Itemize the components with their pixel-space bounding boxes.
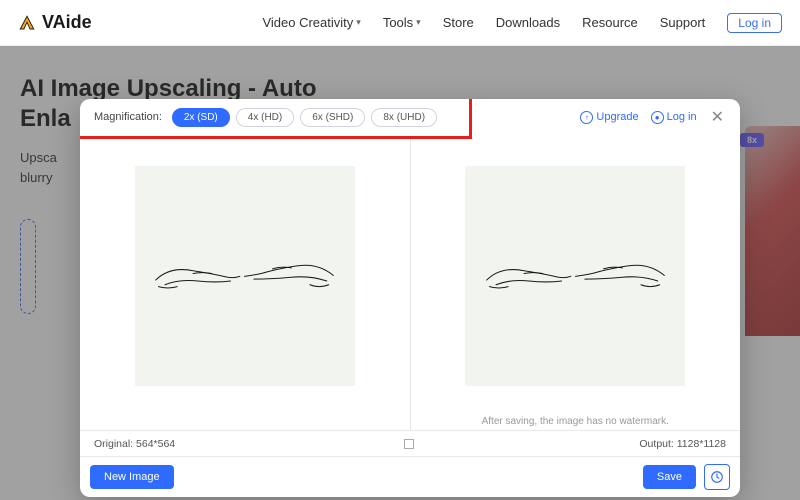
upscaler-modal: Magnification: 2x (SD) 4x (HD) 6x (SHD) … <box>80 99 740 497</box>
output-image <box>465 166 685 386</box>
modal-footer: Original: 564*564 Output: 1128*1128 New … <box>80 430 740 497</box>
new-image-button[interactable]: New Image <box>90 465 174 489</box>
save-button[interactable]: Save <box>643 465 696 489</box>
clock-icon <box>710 470 724 484</box>
dimensions-row: Original: 564*564 Output: 1128*1128 <box>80 431 740 457</box>
original-pane <box>80 135 411 430</box>
login-button[interactable]: Log in <box>727 13 782 33</box>
mag-option-8x[interactable]: 8x (UHD) <box>371 108 437 127</box>
nav-item-store[interactable]: Store <box>443 15 474 30</box>
mag-option-6x[interactable]: 6x (SHD) <box>300 108 365 127</box>
expand-icon[interactable] <box>404 439 414 449</box>
modal-body: After saving, the image has no watermark… <box>80 135 740 430</box>
nav-items: Video Creativity▾ Tools▾ Store Downloads… <box>262 13 782 33</box>
history-button[interactable] <box>704 464 730 490</box>
magnification-label: Magnification: <box>94 111 162 123</box>
upgrade-link[interactable]: ↑ Upgrade <box>580 111 638 124</box>
nav-item-video-creativity[interactable]: Video Creativity▾ <box>262 15 360 30</box>
close-icon[interactable]: ✕ <box>709 107 726 127</box>
nav-item-downloads[interactable]: Downloads <box>496 15 560 30</box>
original-dimensions: Original: 564*564 <box>94 438 175 450</box>
original-image-wrap <box>80 135 410 416</box>
original-note <box>80 416 410 430</box>
mag-option-4x[interactable]: 4x (HD) <box>236 108 294 127</box>
original-image <box>135 166 355 386</box>
upgrade-icon: ↑ <box>580 111 593 124</box>
brand-logo[interactable]: VAide <box>18 12 92 33</box>
brand-name: VAide <box>42 12 92 33</box>
hands-sketch-icon <box>482 238 669 313</box>
nav-item-support[interactable]: Support <box>660 15 706 30</box>
output-dimensions: Output: 1128*1128 <box>639 438 726 450</box>
mag-option-2x[interactable]: 2x (SD) <box>172 108 230 127</box>
output-pane: After saving, the image has no watermark… <box>411 135 741 430</box>
modal-login-link[interactable]: ● Log in <box>651 111 697 124</box>
nav-item-resource[interactable]: Resource <box>582 15 638 30</box>
hands-sketch-icon <box>151 238 338 313</box>
modal-header: Magnification: 2x (SD) 4x (HD) 6x (SHD) … <box>80 99 740 135</box>
modal-header-right: ↑ Upgrade ● Log in ✕ <box>580 107 726 127</box>
chevron-down-icon: ▾ <box>416 17 421 28</box>
user-icon: ● <box>651 111 664 124</box>
nav-item-tools[interactable]: Tools▾ <box>383 15 421 30</box>
output-image-wrap <box>411 135 741 416</box>
magnification-options: 2x (SD) 4x (HD) 6x (SHD) 8x (UHD) <box>172 108 437 127</box>
logo-a-icon <box>18 14 36 32</box>
actions-row: New Image Save <box>80 457 740 497</box>
top-nav: VAide Video Creativity▾ Tools▾ Store Dow… <box>0 0 800 46</box>
chevron-down-icon: ▾ <box>356 17 361 28</box>
watermark-note: After saving, the image has no watermark… <box>411 416 741 430</box>
